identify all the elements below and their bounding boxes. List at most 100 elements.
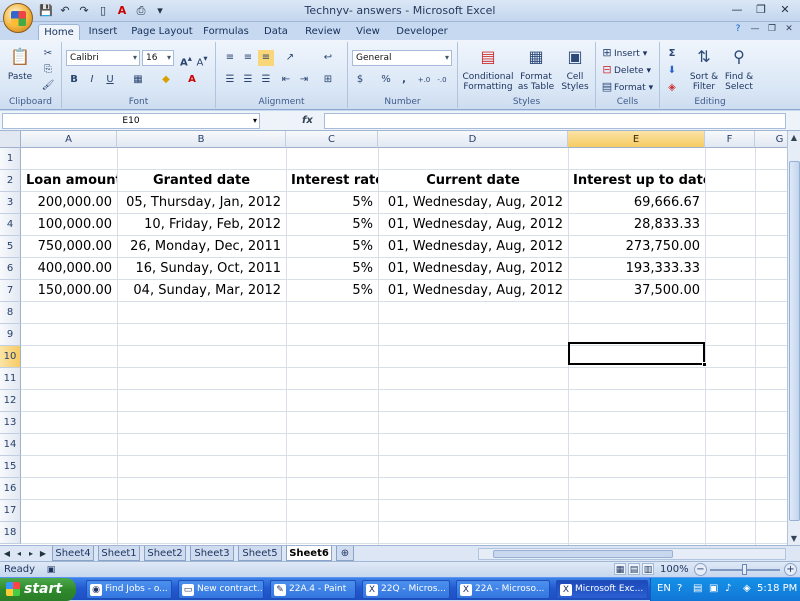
zoom-out-icon[interactable]: − xyxy=(694,563,707,576)
tab-page-layout[interactable]: Page Layout xyxy=(130,24,194,40)
vertical-scrollbar[interactable]: ▲ ▼ xyxy=(787,131,800,545)
cell-granted-date[interactable]: 16, Sunday, Oct, 2011 xyxy=(117,258,286,280)
paste-button[interactable]: 📋 Paste xyxy=(4,44,36,82)
align-bottom-icon[interactable]: ≡ xyxy=(258,50,274,66)
select-all-corner[interactable] xyxy=(0,131,21,148)
cell-current-date[interactable]: 01, Wednesday, Aug, 2012 xyxy=(378,214,568,236)
last-sheet-icon[interactable]: ▶ xyxy=(38,547,48,560)
row-header-3[interactable]: 3 xyxy=(0,192,21,214)
volume-tray-icon[interactable]: ♪ xyxy=(725,578,731,600)
align-top-icon[interactable]: ≡ xyxy=(222,50,238,66)
font-name-combo[interactable]: Calibri xyxy=(66,50,140,66)
cell-interest-rate[interactable]: 5% xyxy=(286,280,378,302)
grow-font-icon[interactable]: A▴ xyxy=(178,50,194,68)
insert-cells-button[interactable]: ⊞ Insert ▾ xyxy=(600,46,647,60)
delete-cells-button[interactable]: ⊟ Delete ▾ xyxy=(600,63,651,77)
font-color-button-icon[interactable]: A xyxy=(184,72,200,88)
normal-view-icon[interactable]: ▦ xyxy=(614,563,626,575)
restore-icon[interactable]: ❐ xyxy=(750,2,772,19)
number-format-combo[interactable]: General xyxy=(352,50,452,66)
cell-current-date[interactable]: 01, Wednesday, Aug, 2012 xyxy=(378,280,568,302)
cell-loan-amount[interactable]: 200,000.00 xyxy=(21,192,117,214)
row-header-1[interactable]: 1 xyxy=(0,148,21,170)
cell-interest-to-date[interactable]: 273,750.00 xyxy=(568,236,705,258)
tab-formulas[interactable]: Formulas xyxy=(202,24,250,40)
header-interest-rate[interactable]: Interest rate xyxy=(286,170,378,192)
format-as-table-button[interactable]: ▦ Format as Table xyxy=(516,44,556,92)
cell-loan-amount[interactable]: 750,000.00 xyxy=(21,236,117,258)
fill-color-icon[interactable]: ◆ xyxy=(158,72,174,88)
row-header-8[interactable]: 8 xyxy=(0,302,21,324)
tab-home[interactable]: Home xyxy=(38,24,80,40)
increase-indent-icon[interactable]: ⇥ xyxy=(296,72,312,88)
sort-filter-button[interactable]: ⇅ Sort & Filter xyxy=(686,44,722,92)
sheet-tab-sheet3[interactable]: Sheet3 xyxy=(190,546,234,561)
zoom-level[interactable]: 100% xyxy=(660,562,689,577)
orientation-icon[interactable]: ↗ xyxy=(282,50,298,66)
tab-data[interactable]: Data xyxy=(258,24,294,40)
cell-interest-to-date[interactable]: 69,666.67 xyxy=(568,192,705,214)
row-header-5[interactable]: 5 xyxy=(0,236,21,258)
currency-button[interactable]: $ xyxy=(352,72,368,88)
wrap-text-icon[interactable]: ↩ xyxy=(320,50,336,66)
ribbon-restore-icon[interactable]: ❐ xyxy=(765,22,779,36)
sheet-tab-sheet2[interactable]: Sheet2 xyxy=(144,546,186,561)
cell-interest-to-date[interactable]: 37,500.00 xyxy=(568,280,705,302)
vertical-scroll-thumb[interactable] xyxy=(789,161,800,521)
fill-icon[interactable]: ⬇ xyxy=(664,63,680,79)
header-current-date[interactable]: Current date xyxy=(378,170,568,192)
language-indicator[interactable]: EN xyxy=(657,578,671,600)
font-size-combo[interactable]: 16 xyxy=(142,50,174,66)
network-tray-icon[interactable]: ▤ xyxy=(693,578,702,600)
close-icon[interactable]: ✕ xyxy=(774,2,796,19)
insert-function-button[interactable]: fx xyxy=(262,113,322,129)
align-middle-icon[interactable]: ≡ xyxy=(240,50,256,66)
cell-current-date[interactable]: 01, Wednesday, Aug, 2012 xyxy=(378,192,568,214)
tab-review[interactable]: Review xyxy=(302,24,344,40)
cell-current-date[interactable]: 01, Wednesday, Aug, 2012 xyxy=(378,236,568,258)
taskbar-item-excel-active[interactable]: X Microsoft Exc... xyxy=(556,580,648,599)
copy-icon[interactable]: ⎘ xyxy=(40,62,56,78)
align-right-icon[interactable]: ☰ xyxy=(258,72,274,88)
decrease-indent-icon[interactable]: ⇤ xyxy=(278,72,294,88)
cell-granted-date[interactable]: 04, Sunday, Mar, 2012 xyxy=(117,280,286,302)
row-header-16[interactable]: 16 xyxy=(0,478,21,500)
window-tray-icon[interactable]: ▣ xyxy=(709,578,718,600)
prev-sheet-icon[interactable]: ◂ xyxy=(14,547,24,560)
taskbar-item-chrome[interactable]: ◉ Find Jobs - o... xyxy=(86,580,172,599)
col-header-f[interactable]: F xyxy=(705,131,755,148)
page-layout-view-icon[interactable]: ▤ xyxy=(628,563,640,575)
taskbar-item-paint[interactable]: ✎ 22A.4 - Paint xyxy=(270,580,356,599)
horizontal-scroll-thumb[interactable] xyxy=(493,550,673,558)
italic-button[interactable]: I xyxy=(84,72,100,88)
cell-interest-rate[interactable]: 5% xyxy=(286,258,378,280)
cell-granted-date[interactable]: 10, Friday, Feb, 2012 xyxy=(117,214,286,236)
shrink-font-icon[interactable]: A▾ xyxy=(194,50,210,68)
scroll-up-icon[interactable]: ▲ xyxy=(788,131,800,144)
conditional-formatting-button[interactable]: ▤ Conditional Formatting xyxy=(460,44,516,92)
cell-loan-amount[interactable]: 400,000.00 xyxy=(21,258,117,280)
ribbon-close-icon[interactable]: ✕ xyxy=(782,22,796,36)
autosum-button[interactable]: Σ xyxy=(664,46,680,62)
row-header-13[interactable]: 13 xyxy=(0,412,21,434)
align-left-icon[interactable]: ☰ xyxy=(222,72,238,88)
underline-button[interactable]: U xyxy=(102,72,118,88)
row-header-17[interactable]: 17 xyxy=(0,500,21,522)
horizontal-scrollbar[interactable] xyxy=(478,548,786,560)
row-header-15[interactable]: 15 xyxy=(0,456,21,478)
cell-loan-amount[interactable]: 100,000.00 xyxy=(21,214,117,236)
align-center-icon[interactable]: ☰ xyxy=(240,72,256,88)
cell-interest-to-date[interactable]: 28,833.33 xyxy=(568,214,705,236)
minimize-icon[interactable]: — xyxy=(726,2,748,19)
col-header-a[interactable]: A xyxy=(21,131,117,148)
office-button[interactable] xyxy=(3,3,33,33)
ribbon-minimize-icon[interactable]: — xyxy=(748,22,762,36)
row-header-11[interactable]: 11 xyxy=(0,368,21,390)
taskbar-item-folder[interactable]: ▭ New contract... xyxy=(178,580,264,599)
row-header-10[interactable]: 10 xyxy=(0,346,21,368)
borders-icon[interactable]: ▦ xyxy=(130,72,146,88)
insert-sheet-icon[interactable]: ⊕ xyxy=(336,546,354,561)
row-header-18[interactable]: 18 xyxy=(0,522,21,544)
active-cell-e10[interactable] xyxy=(568,342,705,365)
cell-interest-rate[interactable]: 5% xyxy=(286,192,378,214)
